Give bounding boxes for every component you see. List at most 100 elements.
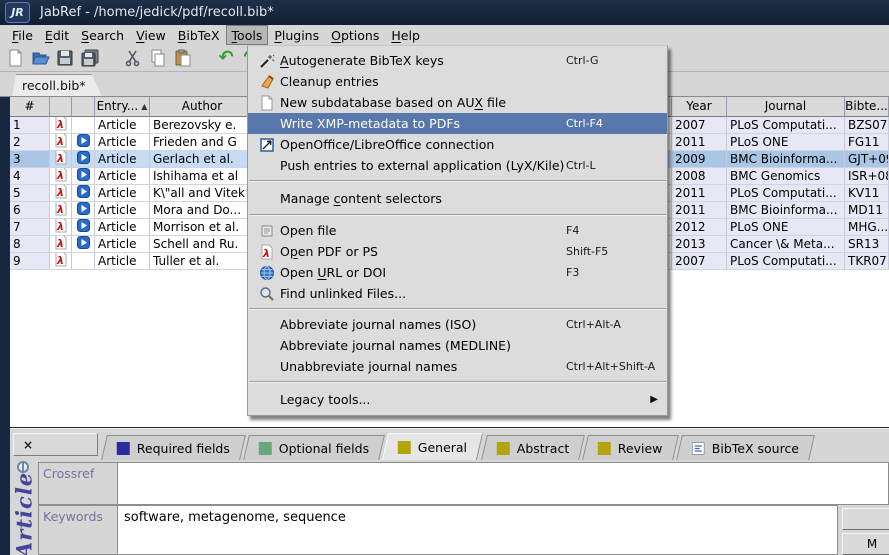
menu-item-autogenerate-bibtex-keys[interactable]: Autogenerate BibTeX keysCtrl-G	[248, 50, 667, 71]
menubar-item-help[interactable]: Help	[385, 25, 426, 45]
cell-url[interactable]	[72, 219, 95, 236]
cell-year[interactable]: 2011	[672, 202, 727, 219]
cell-type[interactable]: Article	[95, 134, 150, 151]
url-link-icon[interactable]	[77, 151, 90, 168]
url-link-icon[interactable]	[77, 219, 90, 236]
cell-url[interactable]	[72, 151, 95, 168]
cell-type[interactable]: Article	[95, 236, 150, 253]
cell-author[interactable]: K\"all and Vitek	[150, 185, 255, 202]
menubar-item-options[interactable]: Options	[325, 25, 385, 45]
pdf-file-icon[interactable]: λ	[54, 134, 68, 151]
cell-pdf[interactable]: λ	[50, 202, 72, 219]
cell-pdf[interactable]: λ	[50, 253, 72, 270]
cell-pdf[interactable]: λ	[50, 134, 72, 151]
cell-num[interactable]: 1	[10, 117, 50, 134]
menu-item-unabbreviate-journal-names[interactable]: Unabbreviate journal namesCtrl+Alt+Shift…	[248, 356, 667, 377]
cell-pdf[interactable]: λ	[50, 185, 72, 202]
cell-year[interactable]: 2007	[672, 253, 727, 270]
cell-type[interactable]: Article	[95, 117, 150, 134]
menu-item-cleanup-entries[interactable]: Cleanup entries	[248, 71, 667, 92]
pdf-file-icon[interactable]: λ	[54, 117, 68, 134]
pdf-file-icon[interactable]: λ	[54, 253, 68, 270]
cell-num[interactable]: 3	[10, 151, 50, 168]
cell-url[interactable]	[72, 117, 95, 134]
cell-author[interactable]: Berezovsky e.	[150, 117, 255, 134]
cell-type[interactable]: Article	[95, 202, 150, 219]
cell-num[interactable]: 8	[10, 236, 50, 253]
cell-num[interactable]: 6	[10, 202, 50, 219]
pdf-file-icon[interactable]: λ	[54, 151, 68, 168]
cell-pdf[interactable]: λ	[50, 168, 72, 185]
cell-journal[interactable]: PLoS Computati...	[727, 185, 845, 202]
cell-key[interactable]: ISR+08	[845, 168, 889, 185]
undo-icon[interactable]: ↶	[215, 47, 237, 69]
menubar-item-plugins[interactable]: Plugins	[268, 25, 325, 45]
url-link-icon[interactable]	[77, 168, 90, 185]
cell-author[interactable]: Ishihama et al	[150, 168, 255, 185]
url-link-icon[interactable]	[77, 134, 90, 151]
menu-item-open-url-or-doi[interactable]: Open URL or DOIF3	[248, 262, 667, 283]
column-header-journal[interactable]: Journal	[727, 97, 845, 117]
menubar-item-file[interactable]: File	[6, 25, 39, 45]
tab-review[interactable]: Review	[582, 435, 678, 460]
cell-num[interactable]: 9	[10, 253, 50, 270]
open-database-icon[interactable]	[29, 47, 51, 69]
cell-url[interactable]	[72, 134, 95, 151]
cell-key[interactable]: TKR07	[845, 253, 889, 270]
cell-year[interactable]: 2013	[672, 236, 727, 253]
cell-journal[interactable]: BMC Bioinforma...	[727, 202, 845, 219]
cell-num[interactable]: 4	[10, 168, 50, 185]
cell-type[interactable]: Article	[95, 253, 150, 270]
column-header-year[interactable]: Year	[672, 97, 727, 117]
pdf-file-icon[interactable]: λ	[54, 202, 68, 219]
column-header-author[interactable]: Author	[150, 97, 255, 117]
cell-key[interactable]: MD11	[845, 202, 889, 219]
entry-editor-close-button[interactable]: ×	[13, 433, 98, 456]
cell-num[interactable]: 7	[10, 219, 50, 236]
menu-item-abbreviate-journal-names-medline[interactable]: Abbreviate journal names (MEDLINE)	[248, 335, 667, 356]
tab-bibtex-source[interactable]: BibTeX source	[676, 435, 815, 460]
menu-item-abbreviate-journal-names-iso[interactable]: Abbreviate journal names (ISO)Ctrl+Alt-A	[248, 314, 667, 335]
menu-item-legacy-tools[interactable]: Legacy tools...▶	[248, 387, 667, 411]
cell-num[interactable]: 2	[10, 134, 50, 151]
cell-journal[interactable]: Cancer \& Meta...	[727, 236, 845, 253]
pdf-file-icon[interactable]: λ	[54, 219, 68, 236]
menubar-item-bibtex[interactable]: BibTeX	[172, 25, 226, 45]
cell-journal[interactable]: PLoS ONE	[727, 134, 845, 151]
menu-item-open-file[interactable]: Open fileF4	[248, 220, 667, 241]
column-header-key[interactable]: Bibte...	[845, 97, 889, 117]
url-link-icon[interactable]	[77, 185, 90, 202]
cell-key[interactable]: MHG...	[845, 219, 889, 236]
pdf-file-icon[interactable]: λ	[54, 185, 68, 202]
keywords-field[interactable]: software, metagenome, sequence	[118, 505, 838, 555]
save-database-icon[interactable]	[54, 47, 76, 69]
cell-journal[interactable]: PLoS Computati...	[727, 117, 845, 134]
cell-pdf[interactable]: λ	[50, 117, 72, 134]
cell-type[interactable]: Article	[95, 168, 150, 185]
cell-type[interactable]: Article	[95, 219, 150, 236]
menu-item-write-xmp-metadata-to-pdfs[interactable]: Write XMP-metadata to PDFsCtrl-F4	[248, 113, 667, 134]
cell-url[interactable]	[72, 253, 95, 270]
cell-author[interactable]: Tuller et al.	[150, 253, 255, 270]
cell-journal[interactable]: PLoS Computati...	[727, 253, 845, 270]
column-header-num[interactable]: #	[10, 97, 50, 117]
cell-year[interactable]: 2007	[672, 117, 727, 134]
side-button-2[interactable]: M	[842, 533, 889, 555]
cell-pdf[interactable]: λ	[50, 151, 72, 168]
menu-item-open-pdf-or-ps[interactable]: λOpen PDF or PSShift-F5	[248, 241, 667, 262]
url-link-icon[interactable]	[77, 236, 90, 253]
tab-required-fields[interactable]: Required fields	[101, 435, 246, 460]
cell-key[interactable]: FG11	[845, 134, 889, 151]
cell-year[interactable]: 2011	[672, 134, 727, 151]
crossref-field[interactable]	[118, 462, 889, 505]
cell-type[interactable]: Article	[95, 185, 150, 202]
cell-key[interactable]: BZS07	[845, 117, 889, 134]
cell-author[interactable]: Mora and Do...	[150, 202, 255, 219]
menu-item-find-unlinked-files[interactable]: Find unlinked Files...	[248, 283, 667, 304]
tab-abstract[interactable]: Abstract	[481, 435, 585, 460]
cell-key[interactable]: GJT+09	[845, 151, 889, 168]
cell-journal[interactable]: BMC Bioinforma...	[727, 151, 845, 168]
cell-author[interactable]: Morrison et al.	[150, 219, 255, 236]
pdf-file-icon[interactable]: λ	[54, 168, 68, 185]
cell-year[interactable]: 2011	[672, 185, 727, 202]
